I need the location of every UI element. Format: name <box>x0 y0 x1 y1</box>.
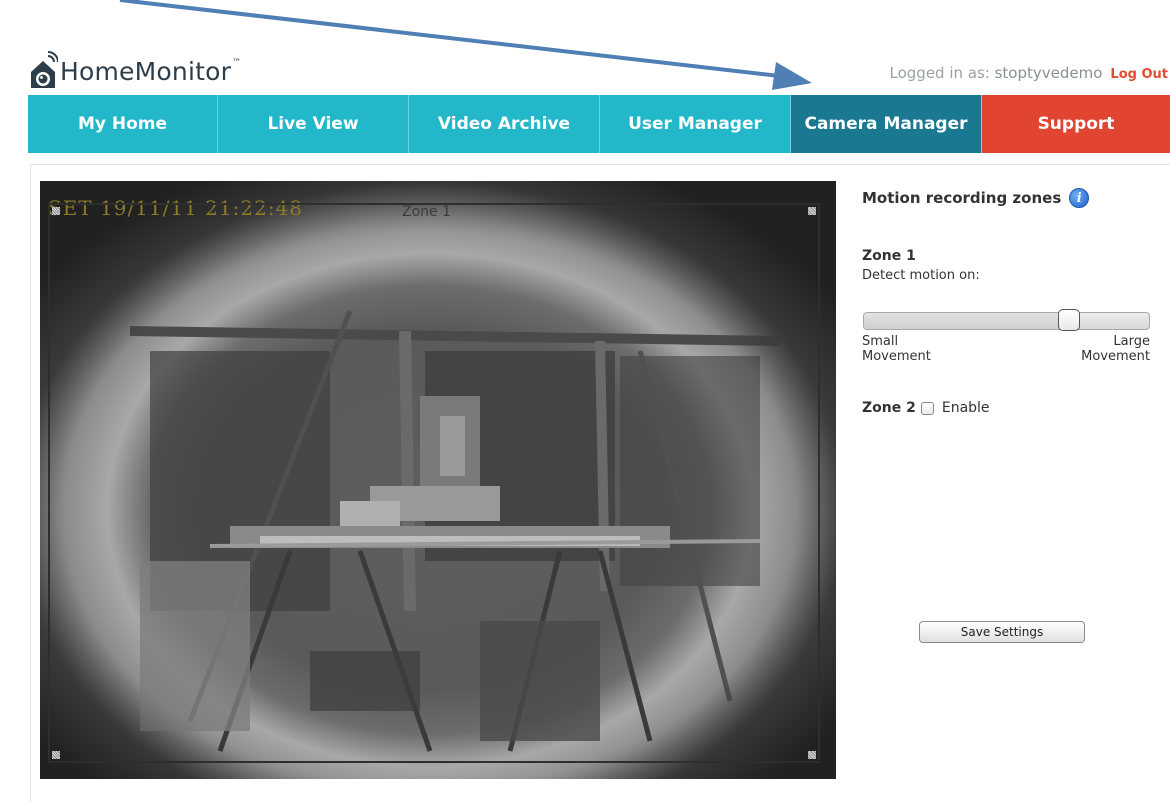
sensitivity-slider[interactable] <box>863 309 1150 331</box>
zone-2-title: Zone 2 <box>862 400 916 416</box>
camera-feed[interactable]: SET 19/11/11 21:22:48 <box>40 181 836 779</box>
zone-1-title: Zone 1 <box>862 248 916 264</box>
save-settings-button[interactable]: Save Settings <box>919 621 1085 643</box>
login-status: Logged in as: stoptyvedemo Log Out <box>890 64 1169 82</box>
large-label-line1: Large <box>1113 334 1150 349</box>
zone-resize-handle-top-right[interactable] <box>808 207 816 215</box>
nav-support[interactable]: Support <box>982 95 1170 153</box>
nav-live-view[interactable]: Live View <box>218 95 409 153</box>
main-nav: My Home Live View Video Archive User Man… <box>28 95 1170 153</box>
slider-fill <box>864 313 1070 329</box>
small-movement-label: Small Movement <box>862 334 931 364</box>
slider-handle[interactable] <box>1058 309 1081 331</box>
logout-link[interactable]: Log Out <box>1110 67 1168 82</box>
info-icon[interactable]: i <box>1069 188 1090 208</box>
zone-resize-handle-bottom-right[interactable] <box>808 751 816 759</box>
username: stoptyvedemo <box>994 64 1103 82</box>
logo-text: HomeMonitor™ <box>60 57 242 86</box>
motion-zone-1-overlay[interactable] <box>48 203 820 763</box>
small-label-line1: Small <box>862 334 899 349</box>
large-movement-label: Large Movement <box>1062 334 1150 364</box>
large-label-line2: Movement <box>1081 349 1150 364</box>
zone-resize-handle-top-left[interactable] <box>52 207 60 215</box>
logo[interactable]: HomeMonitor™ <box>28 40 241 90</box>
content-border-left <box>30 164 31 802</box>
zone-2-row: Zone 2 Enable <box>862 400 990 416</box>
logged-in-prefix: Logged in as: <box>889 64 995 82</box>
panel-title-text: Motion recording zones <box>862 189 1062 207</box>
motion-zones-panel: Motion recording zones i Zone 1 Detect m… <box>862 188 1162 643</box>
nav-video-archive[interactable]: Video Archive <box>409 95 600 153</box>
nav-camera-manager[interactable]: Camera Manager <box>791 95 982 153</box>
zone-2-enable-checkbox[interactable] <box>920 401 934 415</box>
detect-motion-label: Detect motion on: <box>862 268 980 283</box>
zone-1-label: Zone 1 <box>402 204 451 220</box>
nav-user-manager[interactable]: User Manager <box>600 95 791 153</box>
panel-title: Motion recording zones i <box>862 188 1162 208</box>
zone-2-enable-label[interactable]: Enable <box>942 400 990 416</box>
zone-resize-handle-bottom-left[interactable] <box>52 751 60 759</box>
nav-my-home[interactable]: My Home <box>28 95 218 153</box>
house-camera-icon <box>28 50 59 90</box>
content-border-top <box>30 164 1170 165</box>
small-label-line2: Movement <box>862 349 931 364</box>
